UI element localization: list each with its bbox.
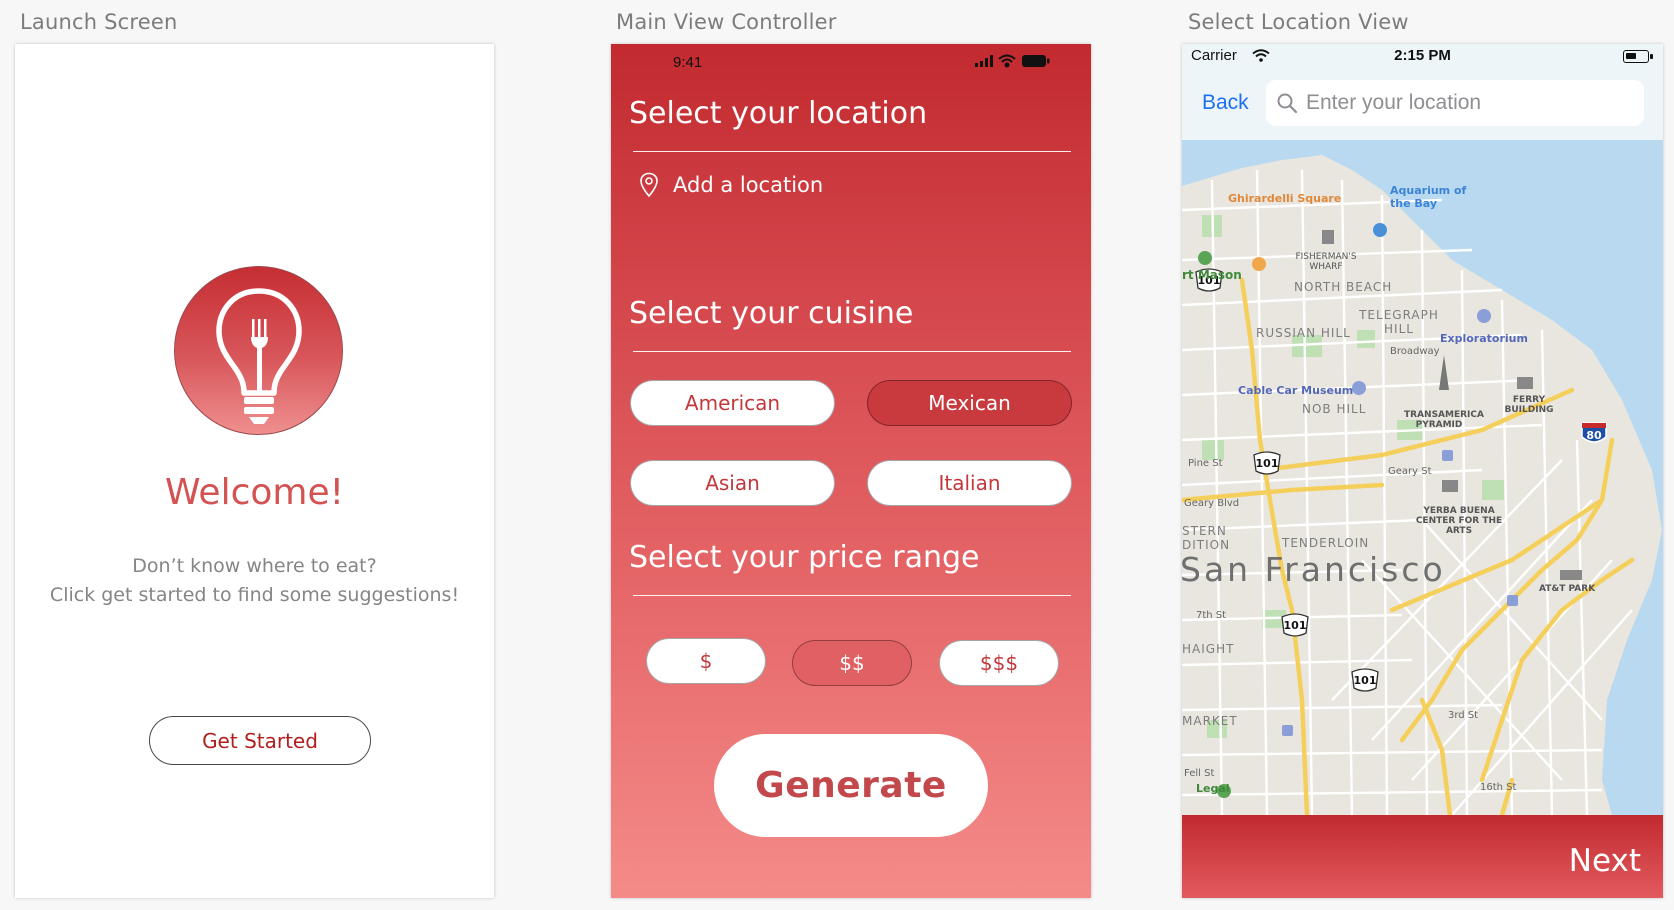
battery-icon: [1623, 50, 1653, 63]
map-label-telegraph-hill: TELEGRAPH HILL: [1359, 308, 1439, 336]
welcome-title: Welcome!: [164, 472, 345, 513]
map-label-tenderloin: TENDERLOIN: [1282, 536, 1370, 550]
search-icon: [1277, 93, 1298, 114]
clock-label: 2:15 PM: [1394, 47, 1451, 64]
price-section-title: Select your price range: [629, 540, 980, 575]
location-divider: [633, 151, 1071, 152]
main-view-controller: 9:41 Select your location Add a location…: [611, 44, 1091, 898]
select-location-view: Carrier 2:15 PM Back Enter your location…: [1182, 44, 1663, 898]
map-street-geary: Geary St: [1388, 466, 1432, 477]
back-button[interactable]: Back: [1202, 91, 1249, 115]
status-icons: [975, 54, 1050, 68]
select-location-view-label: Select Location View: [1188, 10, 1409, 34]
map-poi-transamerica: TRANSAMERICA PYRAMID: [1404, 410, 1484, 430]
launch-screen-label: Launch Screen: [20, 10, 178, 34]
price-three-button[interactable]: $$$: [939, 640, 1059, 686]
map-poi-ferry-building: FERRY BUILDING: [1504, 395, 1554, 415]
subtitle-line-2: Click get started to find some suggestio…: [49, 584, 460, 606]
map-drawing: 101 101 101 101 80: [1182, 140, 1663, 815]
map-label-stern-dition: STERN DITION: [1182, 524, 1231, 552]
map-poi-cable-car-museum: Cable Car Museum: [1238, 384, 1354, 397]
map-poi-fort-mason: rt Mason: [1182, 268, 1242, 282]
get-started-button[interactable]: Get Started: [149, 716, 371, 765]
subtitle-line-1: Don’t know where to eat?: [132, 555, 377, 577]
cuisine-italian-button[interactable]: Italian: [867, 460, 1072, 506]
lightbulb-fork-logo: [174, 266, 343, 435]
map-street-18th: Fell St: [1184, 768, 1215, 779]
map-street-20th: 16th St: [1480, 782, 1517, 793]
location-search-input[interactable]: [1306, 91, 1626, 115]
map-poi-yerba-buena: YERBA BUENA CENTER FOR THE ARTS: [1415, 506, 1503, 536]
map-street-broadway: Broadway: [1390, 346, 1440, 357]
wifi-icon: [998, 54, 1016, 68]
map-poi-aquarium: Aquarium of the Bay: [1390, 184, 1467, 210]
cuisine-section-title: Select your cuisine: [629, 296, 914, 331]
price-divider: [633, 595, 1071, 596]
location-search-bar[interactable]: [1266, 80, 1644, 126]
map-view[interactable]: 101 101 101 101 80 Ghirardelli Square Aq…: [1182, 140, 1663, 815]
price-one-button[interactable]: $: [646, 638, 766, 684]
map-label-north-beach: NORTH BEACH: [1294, 280, 1393, 294]
map-label-fishermans-wharf: FISHERMAN'S WHARF: [1295, 252, 1357, 272]
map-poi-att-park: AT&T PARK: [1539, 584, 1596, 594]
map-city-label: San Francisco: [1182, 550, 1446, 589]
svg-text:80: 80: [1586, 429, 1602, 442]
map-poi-ghirardelli: Ghirardelli Square: [1228, 192, 1342, 205]
cuisine-asian-button[interactable]: Asian: [630, 460, 835, 506]
price-two-button[interactable]: $$: [792, 640, 912, 686]
location-section-title: Select your location: [629, 96, 928, 131]
battery-icon: [1022, 55, 1050, 67]
cuisine-mexican-button[interactable]: Mexican: [867, 380, 1072, 426]
next-button[interactable]: Next: [1569, 843, 1641, 879]
status-bar: Carrier 2:15 PM: [1182, 44, 1663, 70]
map-label-haight: HAIGHT: [1182, 642, 1235, 656]
main-view-controller-label: Main View Controller: [616, 10, 837, 34]
map-label-russian-hill: RUSSIAN HILL: [1256, 326, 1351, 340]
map-pin-icon: [640, 172, 658, 198]
svg-text:101: 101: [1354, 674, 1377, 687]
map-label-nob-hill: NOB HILL: [1302, 402, 1367, 416]
fork-icon: [251, 319, 268, 391]
add-location-label: Add a location: [673, 173, 824, 197]
map-street-pine: Pine St: [1188, 458, 1223, 469]
generate-button[interactable]: Generate: [714, 734, 988, 837]
next-bar: Next: [1182, 815, 1663, 898]
status-time: 9:41: [673, 54, 703, 71]
map-poi-exploratorium: Exploratorium: [1440, 332, 1528, 345]
map-street-16th: 3rd St: [1448, 710, 1479, 721]
map-poi-legal: Legal: [1196, 782, 1230, 795]
cuisine-divider: [633, 351, 1071, 352]
svg-text:101: 101: [1284, 619, 1307, 632]
add-location-row[interactable]: Add a location: [639, 172, 823, 198]
map-label-market: MARKET: [1182, 714, 1238, 728]
cuisine-american-button[interactable]: American: [630, 380, 835, 426]
launch-screen: Welcome! Don’t know where to eat? Click …: [15, 44, 494, 898]
cellular-signal-icon: [975, 55, 993, 67]
map-street-fell: 7th St: [1196, 610, 1227, 621]
svg-text:101: 101: [1256, 457, 1279, 470]
lightbulb-icon: [216, 288, 302, 424]
map-street-geary-blvd: Geary Blvd: [1184, 498, 1240, 509]
